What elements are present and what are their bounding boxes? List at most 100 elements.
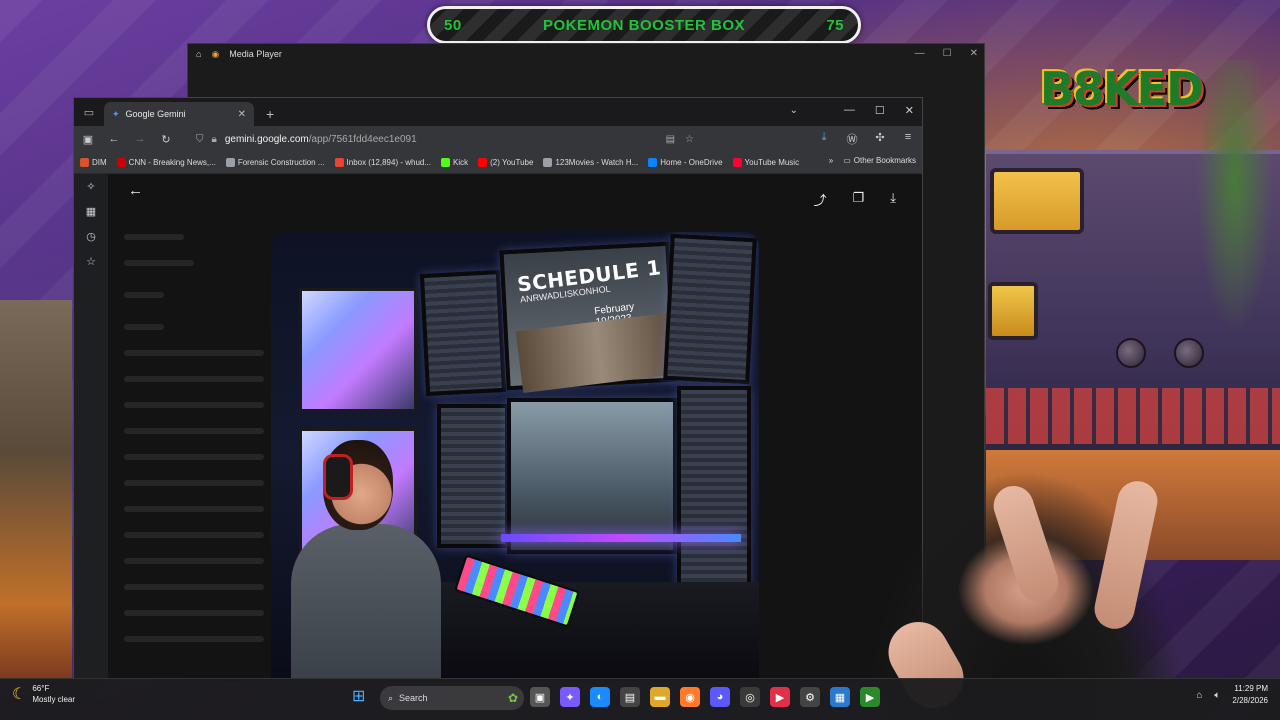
dimmed-chat-line <box>124 350 264 356</box>
home-icon[interactable]: ⌂ <box>196 49 201 59</box>
minimize-icon[interactable]: — <box>915 48 925 59</box>
settings-icon[interactable]: ⚙ <box>800 687 820 707</box>
forward-icon[interactable]: → <box>132 133 148 145</box>
banner-title: POKEMON BOOSTER BOX <box>542 16 746 34</box>
bookmark-item[interactable]: YouTube Music <box>732 158 799 167</box>
other-bookmarks-folder[interactable]: ▭ Other Bookmarks <box>843 156 916 165</box>
gemini-sparkle-icon[interactable]: ✧ <box>86 180 95 193</box>
copilot-icon[interactable]: ✦ <box>560 687 580 707</box>
media-player-icon[interactable]: ▶ <box>770 687 790 707</box>
media-player-title: Media Player <box>229 49 282 59</box>
sidebar-toggle-icon[interactable]: ▣ <box>80 133 96 146</box>
weather-desc: Mostly clear <box>32 695 76 704</box>
dimmed-chat-line <box>124 480 264 486</box>
bookmark-item[interactable]: 123Movies - Watch H... <box>543 158 638 167</box>
browser-window[interactable]: ▭ ✦ Google Gemini ✕ + ⌄ — ☐ ✕ ▣ ← → ↻ ⛉ … <box>73 97 923 679</box>
background-left-scene <box>0 300 72 680</box>
bookmark-item[interactable]: CNN - Breaking News,... <box>116 158 216 167</box>
address-bar[interactable]: ⛉ 🔒︎ gemini.google.com/app/7561fdd4eec1e… <box>184 129 704 149</box>
browser-side-rail: ✧ ▦ ◷ ☆ <box>74 174 108 678</box>
bookmark-star-icon[interactable]: ☆ <box>685 134 694 145</box>
schedule-screenshot <box>515 311 683 393</box>
chrome-icon[interactable]: ◎ <box>740 687 760 707</box>
streamer-arm-right <box>1090 477 1162 633</box>
gemini-favicon-icon: ✦ <box>112 108 120 119</box>
discord-icon[interactable]: ◕ <box>710 687 730 707</box>
channel-logo: B8KED <box>1039 62 1204 116</box>
new-tab-icon[interactable]: + <box>266 102 274 126</box>
task-view-icon[interactable]: ▣ <box>530 687 550 707</box>
weather-widget[interactable]: ☾ 66°F Mostly clear <box>12 683 75 705</box>
maximize-icon[interactable]: ☐ <box>943 48 952 59</box>
bookmark-favicon-icon <box>334 158 344 167</box>
reading-list-icon[interactable]: ▦ <box>86 205 96 218</box>
tab-title: Google Gemini <box>125 109 186 119</box>
bookmark-favicon-icon <box>543 158 553 167</box>
tab-list-chevron-icon[interactable]: ⌄ <box>790 105 798 116</box>
photos-icon[interactable]: ▦ <box>830 687 850 707</box>
clock-time: 11:29 PM <box>1234 684 1268 693</box>
background-keyboard <box>986 388 1280 444</box>
volume-icon[interactable]: 🔈︎ <box>1214 690 1220 701</box>
dimmed-chat-line <box>124 234 184 240</box>
pc-tower-top <box>299 288 417 412</box>
back-icon[interactable]: ← <box>106 133 122 145</box>
play-icon[interactable]: ▶ <box>860 687 880 707</box>
reload-icon[interactable]: ↻ <box>158 133 174 146</box>
address-path: /app/7561fdd4eec1e091 <box>308 133 417 145</box>
background-knob <box>1116 338 1146 368</box>
bookmark-item[interactable]: Kick <box>441 158 468 167</box>
tab-google-gemini[interactable]: ✦ Google Gemini ✕ <box>104 102 254 126</box>
bookmarks-bar: DIM CNN - Breaking News,... Forensic Con… <box>74 152 922 174</box>
minimize-icon[interactable]: — <box>844 104 855 117</box>
lock-icon[interactable]: 🔒︎ <box>212 134 217 145</box>
edge-browser-icon[interactable]: ◐ <box>590 687 610 707</box>
viewer-back-icon[interactable]: ← <box>128 182 143 199</box>
tab-strip: ▭ ✦ Google Gemini ✕ + ⌄ — ☐ ✕ <box>74 98 922 126</box>
network-icon[interactable]: ⌂ <box>1196 690 1202 701</box>
extensions-icon[interactable]: ✣ <box>872 131 888 147</box>
share-icon[interactable]: ⤴ <box>814 190 827 209</box>
chat-monitor <box>419 269 507 397</box>
bookmark-item[interactable]: (2) YouTube <box>478 158 533 167</box>
media-player-titlebar[interactable]: ⌂ ◉ Media Player <box>188 44 984 64</box>
shield-icon[interactable]: ⛉ <box>196 134 204 145</box>
history-icon[interactable]: ◷ <box>86 230 96 243</box>
tab-close-icon[interactable]: ✕ <box>238 109 246 120</box>
dimmed-chat-line <box>124 324 164 330</box>
windows-start-icon[interactable]: ⊞ <box>352 686 365 706</box>
copy-icon[interactable]: ❐ <box>853 190 865 209</box>
close-icon[interactable]: ✕ <box>905 104 914 117</box>
weather-temp: 66°F <box>32 684 50 693</box>
bookmark-favicon-icon <box>80 158 89 167</box>
tab-actions-icon[interactable]: ▭ <box>74 98 104 126</box>
close-icon[interactable]: ✕ <box>970 48 978 59</box>
favorites-star-icon[interactable]: ☆ <box>86 255 96 268</box>
firefox-icon[interactable]: ◉ <box>680 687 700 707</box>
folder-icon: ▭ <box>843 156 851 165</box>
more-bookmarks-icon[interactable]: » <box>829 156 833 165</box>
streamer-arm-left <box>988 480 1064 608</box>
dimmed-chat-line <box>124 610 264 616</box>
clock-date: 2/28/2026 <box>1232 696 1268 705</box>
account-icon[interactable]: Ⓦ <box>844 131 860 147</box>
person-body <box>291 524 441 678</box>
taskbar-search[interactable]: ⌕ Search ✿ <box>380 686 524 710</box>
dimmed-chat-line <box>124 376 264 382</box>
download-icon[interactable]: ⤓ <box>890 190 896 209</box>
dimmed-chat-line <box>124 402 264 408</box>
generated-image[interactable]: SCHEDULE 1 ANRWADLISKONHOL February 19/2… <box>271 232 759 678</box>
headset <box>323 454 353 500</box>
maximize-icon[interactable]: ☐ <box>875 104 885 117</box>
bookmark-item[interactable]: Home - OneDrive <box>648 158 723 167</box>
bookmark-item[interactable]: Inbox (12,894) - whud... <box>334 158 431 167</box>
bookmark-item[interactable]: Forensic Construction ... <box>225 158 325 167</box>
file-explorer-icon[interactable]: ▬ <box>650 687 670 707</box>
store-icon[interactable]: ▤ <box>620 687 640 707</box>
dimmed-chat-line <box>124 558 264 564</box>
menu-icon[interactable]: ≡ <box>900 131 916 147</box>
download-icon[interactable]: ⤓ <box>816 131 832 147</box>
reader-view-icon[interactable]: ▤ <box>666 134 675 145</box>
clock[interactable]: 11:29 PM 2/28/2026 <box>1232 683 1268 707</box>
bookmark-item[interactable]: DIM <box>80 158 107 167</box>
